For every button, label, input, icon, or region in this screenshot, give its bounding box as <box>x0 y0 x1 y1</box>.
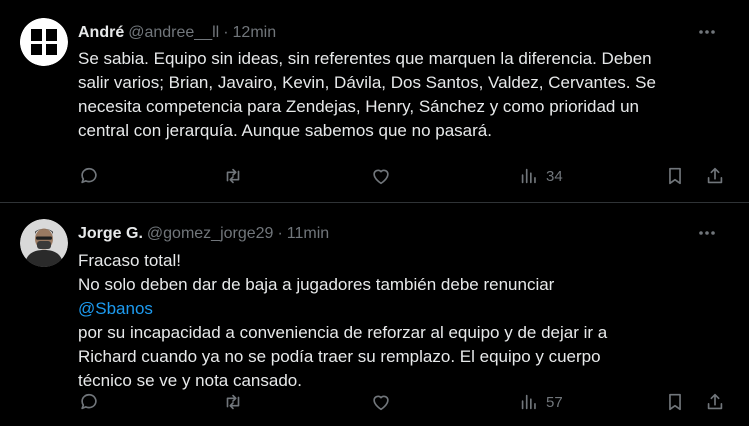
tweet-text-line: Fracaso total! <box>78 251 181 270</box>
tweet-text-line: @Sbanos <box>78 297 728 321</box>
tweet[interactable]: André @andree__ll · 12min Se sabia. Equi… <box>0 0 749 203</box>
user-mention-link[interactable]: @Sbanos <box>78 299 153 318</box>
like-button[interactable] <box>370 159 392 193</box>
views-bar-chart-icon <box>521 394 536 410</box>
tweet-header: Jorge G. @gomez_jorge29 · 11min <box>78 223 733 245</box>
tweet-header: André @andree__ll · 12min <box>78 22 733 44</box>
tweet-actions: 34 <box>78 159 733 193</box>
tweet-actions: 57 <box>78 385 733 419</box>
views-bar-chart-icon <box>521 168 536 184</box>
reply-button[interactable] <box>78 159 100 193</box>
reply-button[interactable] <box>78 385 100 419</box>
tweet-text-line: No solo deben dar de baja a jugadores ta… <box>78 275 555 294</box>
views-count: 34 <box>546 167 563 185</box>
reply-icon <box>81 167 97 184</box>
retweet-icon <box>226 168 240 184</box>
share-icon <box>707 167 723 184</box>
share-button[interactable] <box>704 385 726 419</box>
black-white-split-logo-icon <box>20 18 68 66</box>
tweet-text-line: necesita competencia para Zendejas, Henr… <box>78 97 639 116</box>
views-button[interactable]: 34 <box>518 159 563 193</box>
heart-icon <box>373 169 389 185</box>
user-handle[interactable]: @andree__ll <box>128 24 219 42</box>
ellipsis-icon <box>699 231 715 235</box>
separator-dot: · <box>277 225 283 242</box>
tweet-text-line: central con jerarquía. Aunque sabemos qu… <box>78 121 492 140</box>
more-options-button[interactable] <box>693 219 721 247</box>
views-count: 57 <box>546 393 563 411</box>
tweet-text-line: Se sabia. Equipo sin ideas, sin referent… <box>78 49 652 68</box>
timestamp[interactable]: 11min <box>287 225 329 243</box>
tweet-text-line: Richard cuando ya no se podía traer su r… <box>78 347 601 366</box>
tweet-text: Se sabia. Equipo sin ideas, sin referent… <box>78 47 728 143</box>
ellipsis-icon <box>699 30 715 34</box>
tweet[interactable]: Jorge G. @gomez_jorge29 · 11min Fracaso … <box>0 203 749 426</box>
share-icon <box>707 393 723 410</box>
avatar[interactable] <box>20 18 68 66</box>
reply-icon <box>81 393 97 410</box>
heart-icon <box>373 395 389 411</box>
bookmark-icon <box>669 393 681 411</box>
tweet-text: Fracaso total! No solo deben dar de baja… <box>78 249 728 393</box>
bookmark-button[interactable] <box>664 385 686 419</box>
user-handle[interactable]: @gomez_jorge29 <box>147 225 274 243</box>
retweet-button[interactable] <box>222 159 244 193</box>
retweet-icon <box>226 394 240 410</box>
more-options-button[interactable] <box>693 18 721 46</box>
bookmark-button[interactable] <box>664 159 686 193</box>
timestamp[interactable]: 12min <box>233 24 277 42</box>
separator-dot: · <box>223 24 229 41</box>
person-photo-icon <box>20 219 68 267</box>
tweet-text-line: por su incapacidad a conveniencia de ref… <box>78 323 608 342</box>
share-button[interactable] <box>704 159 726 193</box>
retweet-button[interactable] <box>222 385 244 419</box>
display-name[interactable]: Jorge G. <box>78 225 143 243</box>
like-button[interactable] <box>370 385 392 419</box>
tweet-text-line: salir varios; Brian, Javairo, Kevin, Dáv… <box>78 73 656 92</box>
bookmark-icon <box>669 167 681 185</box>
avatar[interactable] <box>20 219 68 267</box>
views-button[interactable]: 57 <box>518 385 563 419</box>
display-name[interactable]: André <box>78 24 124 42</box>
